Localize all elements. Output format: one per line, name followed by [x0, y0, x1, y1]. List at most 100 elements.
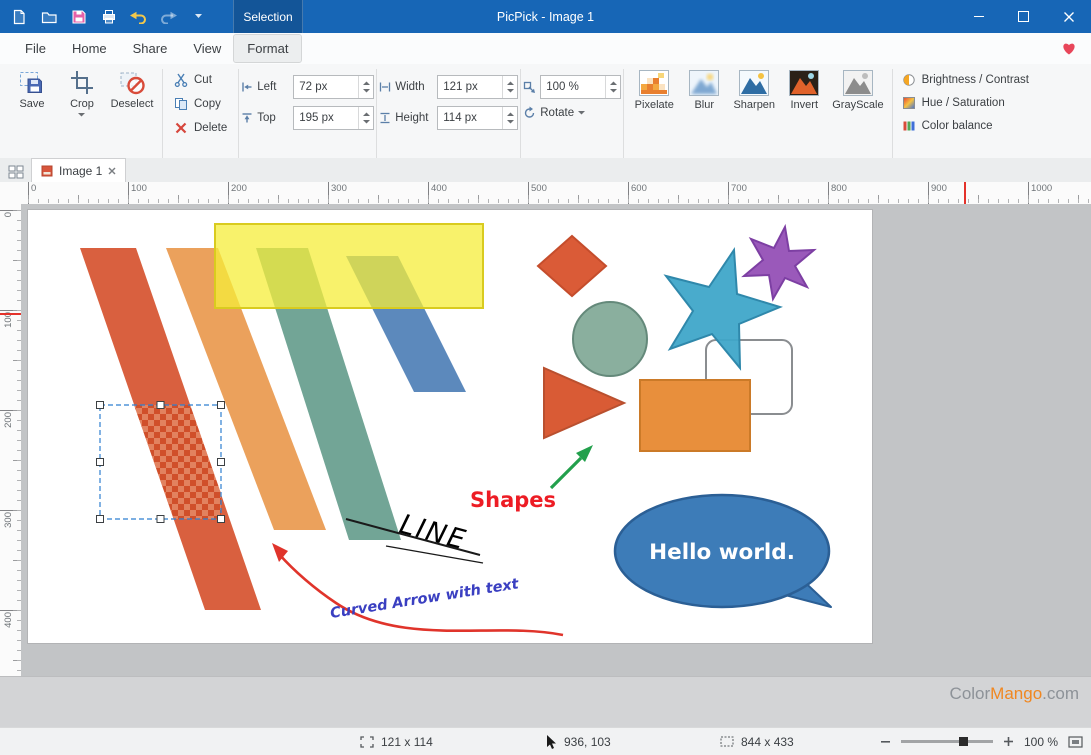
image-tab-icon — [41, 165, 53, 177]
spin-down-icon — [363, 89, 370, 93]
left-spinner[interactable] — [358, 76, 373, 98]
diamond-shape — [538, 236, 606, 296]
curved-arrow-label: Curved Arrow with text — [329, 576, 521, 622]
cut-label: Cut — [194, 74, 212, 86]
close-button[interactable] — [1046, 0, 1091, 33]
watermark-color: Color — [950, 684, 991, 703]
hue-saturation-button[interactable]: Hue / Saturation — [898, 92, 1033, 113]
spin-up-icon — [507, 81, 514, 85]
color-balance-button[interactable]: Color balance — [898, 115, 1033, 136]
print-button[interactable] — [100, 8, 117, 25]
menu-format[interactable]: Format — [234, 35, 301, 62]
top-value: 195 px — [299, 112, 334, 124]
zoom-slider-thumb[interactable] — [959, 737, 968, 746]
vruler-label: 0 — [3, 212, 14, 217]
height-icon — [379, 112, 391, 124]
selection-size-item: 121 x 114 — [360, 728, 433, 755]
save-file-button[interactable] — [70, 8, 87, 25]
undo-icon — [130, 9, 147, 24]
height-field-row: Height 114 px — [379, 106, 518, 130]
height-spinner[interactable] — [502, 107, 517, 129]
redo-button[interactable] — [160, 8, 177, 25]
zoom-out-icon[interactable] — [880, 736, 891, 747]
rotate-button[interactable]: Rotate — [523, 106, 621, 119]
width-spinner[interactable] — [502, 76, 517, 98]
menu-home[interactable]: Home — [59, 35, 120, 62]
top-field-label: Top — [257, 112, 289, 124]
hruler-label: 500 — [531, 183, 547, 194]
grayscale-button[interactable]: GrayScale — [829, 67, 886, 114]
hruler-label: 1000 — [1031, 183, 1052, 194]
undo-button[interactable] — [130, 8, 147, 25]
width-field-label: Width — [395, 81, 433, 93]
hue-saturation-label: Hue / Saturation — [922, 97, 1005, 109]
cut-icon — [174, 73, 188, 87]
scale-spinner[interactable] — [605, 76, 620, 98]
open-file-button[interactable] — [40, 8, 57, 25]
delete-button[interactable]: Delete — [168, 117, 233, 139]
favorite-button[interactable] — [1061, 41, 1077, 56]
ribbon-divider — [892, 69, 893, 159]
menu-view[interactable]: View — [180, 35, 234, 62]
spin-up-icon — [363, 81, 370, 85]
brightness-contrast-button[interactable]: Brightness / Contrast — [898, 69, 1033, 90]
ruler-corner — [0, 182, 22, 205]
invert-button[interactable]: Invert — [779, 67, 829, 114]
deselect-button[interactable]: Deselect — [107, 67, 157, 120]
fit-window-icon[interactable] — [1068, 736, 1083, 748]
cursor-position-value: 936, 103 — [564, 735, 611, 749]
vruler-label: 200 — [3, 412, 14, 428]
image-canvas[interactable]: Shapes LINE Curved Arrow with text Hello… — [28, 210, 872, 643]
minimize-button[interactable] — [956, 0, 1001, 33]
vruler-label: 300 — [3, 512, 14, 528]
spin-up-icon — [507, 112, 514, 116]
hruler-label: 800 — [831, 183, 847, 194]
delete-label: Delete — [194, 122, 227, 134]
blur-button[interactable]: Blur — [679, 67, 729, 114]
canvas-art: Shapes LINE Curved Arrow with text Hello… — [28, 210, 872, 643]
left-input[interactable]: 72 px — [293, 75, 374, 99]
scale-icon — [523, 81, 536, 94]
cut-button[interactable]: Cut — [168, 69, 233, 91]
width-input[interactable]: 121 px — [437, 75, 518, 99]
spin-down-icon — [363, 120, 370, 124]
maximize-icon — [1018, 11, 1029, 22]
hruler-label: 600 — [631, 183, 647, 194]
blur-label: Blur — [694, 99, 714, 111]
scale-input[interactable]: 100 % — [540, 75, 621, 99]
context-tab-group: Selection — [233, 0, 303, 33]
tab-close-icon[interactable] — [108, 167, 116, 175]
color-balance-label: Color balance — [922, 120, 993, 132]
deselect-label: Deselect — [111, 98, 154, 110]
pixelate-button[interactable]: Pixelate — [629, 67, 679, 114]
top-spinner[interactable] — [358, 107, 373, 129]
horizontal-ruler: 0 100 200 300 400 500 600 700 800 900 10… — [21, 182, 1091, 205]
ribbon-divider — [520, 69, 521, 159]
window-layout-button[interactable] — [8, 165, 24, 179]
zoom-in-icon[interactable] — [1003, 736, 1014, 747]
open-file-icon — [41, 9, 57, 25]
invert-icon — [789, 70, 819, 96]
titlebar: Selection PicPick - Image 1 — [0, 0, 1091, 33]
height-input[interactable]: 114 px — [437, 106, 518, 130]
sharpen-button[interactable]: Sharpen — [729, 67, 779, 114]
top-input[interactable]: 195 px — [293, 106, 374, 130]
crop-button[interactable]: Crop — [57, 67, 107, 120]
group-position: Left 72 px Top 195 px — [241, 67, 374, 130]
width-icon — [379, 81, 391, 93]
copy-button[interactable]: Copy — [168, 93, 233, 115]
cursor-position-item: 936, 103 — [545, 728, 611, 755]
new-file-button[interactable] — [10, 8, 27, 25]
menu-share[interactable]: Share — [120, 35, 181, 62]
document-tabbar: Image 1 — [0, 158, 1091, 183]
speech-bubble-text: Hello world. — [649, 540, 795, 565]
tab-image-1[interactable]: Image 1 — [31, 158, 126, 182]
maximize-button[interactable] — [1001, 0, 1046, 33]
zoom-slider[interactable] — [901, 740, 993, 743]
save-button[interactable]: Save — [7, 67, 57, 120]
quick-access-menu-button[interactable] — [190, 8, 207, 25]
menu-file[interactable]: File — [12, 35, 59, 62]
sharpen-icon — [739, 70, 769, 96]
ribbon-divider — [623, 69, 624, 159]
caret-down-icon — [78, 113, 86, 117]
